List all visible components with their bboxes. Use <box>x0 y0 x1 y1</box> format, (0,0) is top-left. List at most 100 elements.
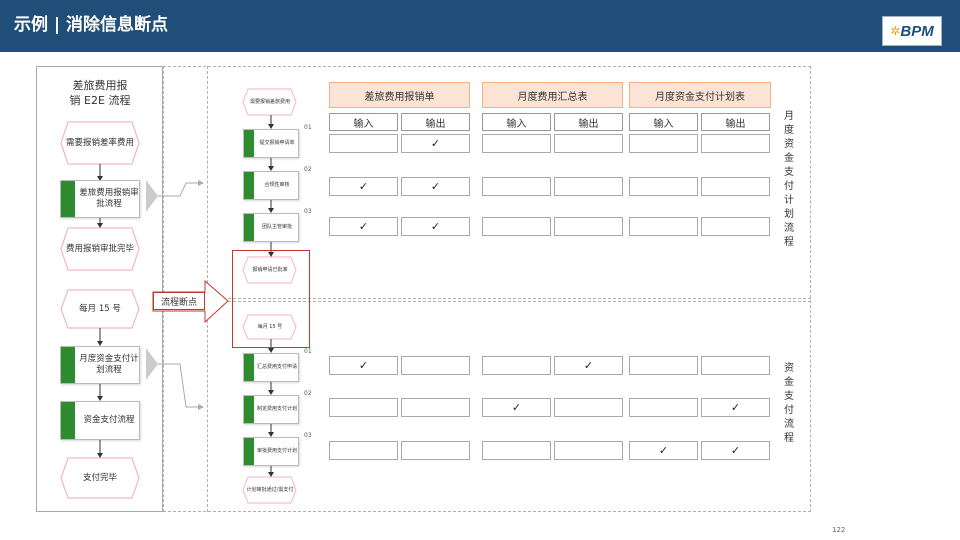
step-label: 汇总费用支付申请 <box>256 364 297 370</box>
table-cell <box>701 177 770 196</box>
vchar: 程 <box>784 433 794 444</box>
step-label: 合规性审核 <box>264 182 290 188</box>
vchar: 支 <box>784 391 794 402</box>
monitor-icon <box>244 438 254 465</box>
table-cell: ✓ <box>329 356 398 375</box>
step-label: 团队主管审批 <box>261 224 292 230</box>
mnode-month: 每月 15 号 <box>257 323 283 330</box>
step-number: 02 <box>304 390 312 397</box>
table-cell: ✓ <box>701 398 770 417</box>
e2e-title: 差旅费用报 销 E2E 流程 <box>40 78 160 108</box>
label-payment-process: 资 金 支 付 流 程 <box>782 362 796 446</box>
monitor-icon <box>244 172 254 199</box>
table-cell <box>482 134 551 153</box>
step-plan[interactable]: 制定费用支付计划 <box>243 395 299 424</box>
table-cell <box>554 217 623 236</box>
monitor-icon <box>244 354 254 381</box>
process-label: 差旅费用报销审批流程 <box>79 188 139 209</box>
vchar: 资 <box>784 363 794 374</box>
col-input: 输入 <box>329 113 398 131</box>
table-cell <box>629 217 698 236</box>
step-label: 制定费用支付计划 <box>256 406 297 412</box>
table-cell <box>482 177 551 196</box>
chevron-1 <box>146 180 158 212</box>
step-number: 01 <box>304 124 312 131</box>
table-cell <box>554 398 623 417</box>
vchar: 金 <box>784 377 794 388</box>
label-monthly-plan-process: 月 度 资 金 支 付 计 划 流 程 <box>782 110 796 250</box>
table-cell <box>629 356 698 375</box>
table-cell <box>329 398 398 417</box>
vchar: 计 <box>784 195 794 206</box>
step-label: 审批费用支付计划 <box>256 448 297 454</box>
node-need-reimburse: 需要报销差率费用 <box>66 137 135 148</box>
process-monthly-plan[interactable]: 月度资金支付计划流程 <box>60 346 140 384</box>
table-cell <box>554 134 623 153</box>
vchar: 划 <box>784 209 794 220</box>
step-label: 提交报销申请单 <box>259 140 295 146</box>
vchar: 金 <box>784 153 794 164</box>
step-number: 02 <box>304 166 312 173</box>
vchar: 付 <box>784 181 794 192</box>
table-cell <box>329 441 398 460</box>
process-payment[interactable]: 资金支付流程 <box>60 401 140 440</box>
process-label: 资金支付流程 <box>83 415 135 425</box>
table-cell <box>482 356 551 375</box>
monitor-icon <box>244 396 254 423</box>
table-cell <box>629 398 698 417</box>
step-number: 03 <box>304 432 312 439</box>
table-cell <box>329 134 398 153</box>
col-input: 输入 <box>629 113 698 131</box>
table-cell <box>482 441 551 460</box>
process-label: 月度资金支付计划流程 <box>79 354 139 375</box>
step-summarize[interactable]: 汇总费用支付申请 <box>243 353 299 382</box>
vchar: 流 <box>784 223 794 234</box>
step-manager[interactable]: 团队主管审批 <box>243 213 299 242</box>
table-cell <box>401 398 470 417</box>
node-monthly-15: 每月 15 号 <box>79 303 121 314</box>
table-cell: ✓ <box>329 177 398 196</box>
table-cell: ✓ <box>482 398 551 417</box>
process-icon <box>61 181 75 217</box>
vchar: 资 <box>784 139 794 150</box>
table-cell: ✓ <box>401 177 470 196</box>
process-icon <box>61 402 75 439</box>
table-cell <box>701 134 770 153</box>
table-cell <box>482 217 551 236</box>
node-payment-done: 支付完毕 <box>82 472 117 483</box>
monitor-icon <box>244 130 254 157</box>
col-output: 输出 <box>701 113 770 131</box>
table-group-plan: 月度资金支付计划表 <box>629 82 771 108</box>
col-output: 输出 <box>554 113 623 131</box>
step-approve-plan[interactable]: 审批费用支付计划 <box>243 437 299 466</box>
table-cell: ✓ <box>329 217 398 236</box>
chevron-2 <box>146 348 158 380</box>
monitor-icon <box>244 214 254 241</box>
step-submit[interactable]: 提交报销申请单 <box>243 129 299 158</box>
mnode-approved: 报销申请已批准 <box>252 266 288 273</box>
process-icon <box>61 347 75 383</box>
table-cell: ✓ <box>629 441 698 460</box>
table-cell <box>701 356 770 375</box>
node-approval-done: 费用报销审批完毕 <box>66 243 135 254</box>
vchar: 月 <box>784 111 794 122</box>
table-cell <box>701 217 770 236</box>
table-cell: ✓ <box>401 217 470 236</box>
step-number: 03 <box>304 208 312 215</box>
table-cell <box>401 356 470 375</box>
table-cell: ✓ <box>401 134 470 153</box>
step-compliance[interactable]: 合规性审核 <box>243 171 299 200</box>
table-cell: ✓ <box>554 356 623 375</box>
step-number: 01 <box>304 348 312 355</box>
table-cell <box>401 441 470 460</box>
table-cell <box>629 177 698 196</box>
col-output: 输出 <box>401 113 470 131</box>
table-cell <box>629 134 698 153</box>
table-cell: ✓ <box>701 441 770 460</box>
e2e-title-line1: 差旅费用报 <box>72 79 128 92</box>
page-number: 122 <box>832 526 846 534</box>
break-label: 流程断点 <box>153 292 205 310</box>
mnode-start: 需要报销差旅费用 <box>249 98 290 105</box>
process-travel-approval[interactable]: 差旅费用报销审批流程 <box>60 180 140 218</box>
vchar: 支 <box>784 167 794 178</box>
